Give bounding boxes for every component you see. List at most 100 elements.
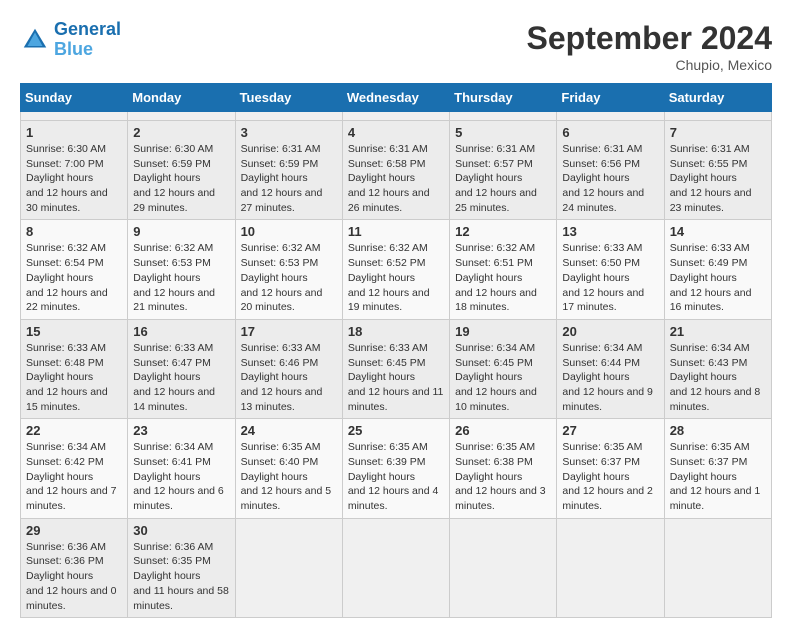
table-row: 11 Sunrise: 6:32 AMSunset: 6:52 PMDayligh… <box>342 220 449 319</box>
table-row: 7Sunrise: 6:31 AMSunset: 6:55 PMDaylight… <box>664 121 771 220</box>
day-number: 16 <box>133 324 229 339</box>
day-info: Sunrise: 6:35 AMSunset: 6:37 PMDaylight … <box>562 440 658 513</box>
day-number: 25 <box>348 423 444 438</box>
table-row: 15 Sunrise: 6:33 AMSunset: 6:48 PMDayligh… <box>21 319 128 418</box>
col-sunday: Sunday <box>21 84 128 112</box>
table-row <box>235 112 342 121</box>
day-number: 24 <box>241 423 337 438</box>
day-info: Sunrise: 6:35 AMSunset: 6:38 PMDaylight … <box>455 440 551 513</box>
table-row: 27 Sunrise: 6:35 AMSunset: 6:37 PMDayligh… <box>557 419 664 518</box>
day-info: Sunrise: 6:34 AMSunset: 6:41 PMDaylight … <box>133 440 229 513</box>
day-number: 3 <box>241 125 337 140</box>
day-info: Sunrise: 6:32 AMSunset: 6:54 PMDaylight … <box>26 241 122 314</box>
day-number: 15 <box>26 324 122 339</box>
table-row: 22 Sunrise: 6:34 AMSunset: 6:42 PMDayligh… <box>21 419 128 518</box>
logo-text: General Blue <box>54 20 121 60</box>
table-row <box>557 518 664 617</box>
day-number: 27 <box>562 423 658 438</box>
day-info: Sunrise: 6:30 AMSunset: 6:59 PMDaylight … <box>133 142 229 215</box>
table-row: 13 Sunrise: 6:33 AMSunset: 6:50 PMDayligh… <box>557 220 664 319</box>
table-row: 9Sunrise: 6:32 AMSunset: 6:53 PMDaylight… <box>128 220 235 319</box>
day-info: Sunrise: 6:33 AMSunset: 6:49 PMDaylight … <box>670 241 766 314</box>
day-info: Sunrise: 6:35 AMSunset: 6:37 PMDaylight … <box>670 440 766 513</box>
col-tuesday: Tuesday <box>235 84 342 112</box>
day-number: 17 <box>241 324 337 339</box>
table-row <box>342 518 449 617</box>
table-row: 5 Sunrise: 6:31 AMSunset: 6:57 PMDaylight… <box>450 121 557 220</box>
day-number: 10 <box>241 224 337 239</box>
day-info: Sunrise: 6:32 AMSunset: 6:52 PMDaylight … <box>348 241 444 314</box>
day-number: 7 <box>670 125 766 140</box>
day-number: 2 <box>133 125 229 140</box>
table-row: 29 Sunrise: 6:36 AMSunset: 6:36 PMDayligh… <box>21 518 128 617</box>
col-friday: Friday <box>557 84 664 112</box>
table-row: 1 Sunrise: 6:30 AMSunset: 7:00 PMDaylight… <box>21 121 128 220</box>
day-info: Sunrise: 6:32 AMSunset: 6:53 PMDaylight … <box>241 241 337 314</box>
day-info: Sunrise: 6:35 AMSunset: 6:39 PMDaylight … <box>348 440 444 513</box>
day-number: 6 <box>562 125 658 140</box>
day-info: Sunrise: 6:33 AMSunset: 6:45 PMDaylight … <box>348 341 444 414</box>
day-info: Sunrise: 6:31 AMSunset: 6:58 PMDaylight … <box>348 142 444 215</box>
day-info: Sunrise: 6:36 AMSunset: 6:36 PMDaylight … <box>26 540 122 613</box>
day-number: 1 <box>26 125 122 140</box>
table-row: 30Sunrise: 6:36 AMSunset: 6:35 PMDayligh… <box>128 518 235 617</box>
table-row <box>450 518 557 617</box>
day-info: Sunrise: 6:31 AMSunset: 6:56 PMDaylight … <box>562 142 658 215</box>
table-row <box>664 112 771 121</box>
table-row: 10 Sunrise: 6:32 AMSunset: 6:53 PMDayligh… <box>235 220 342 319</box>
day-info: Sunrise: 6:34 AMSunset: 6:44 PMDaylight … <box>562 341 658 414</box>
calendar-week-row: 8 Sunrise: 6:32 AMSunset: 6:54 PMDaylight… <box>21 220 772 319</box>
day-info: Sunrise: 6:31 AMSunset: 6:59 PMDaylight … <box>241 142 337 215</box>
logo: General Blue <box>20 20 121 60</box>
calendar: Sunday Monday Tuesday Wednesday Thursday… <box>20 83 772 618</box>
day-info: Sunrise: 6:32 AMSunset: 6:51 PMDaylight … <box>455 241 551 314</box>
day-info: Sunrise: 6:35 AMSunset: 6:40 PMDaylight … <box>241 440 337 513</box>
day-number: 13 <box>562 224 658 239</box>
table-row: 19Sunrise: 6:34 AMSunset: 6:45 PMDayligh… <box>450 319 557 418</box>
col-monday: Monday <box>128 84 235 112</box>
day-number: 5 <box>455 125 551 140</box>
table-row: 4Sunrise: 6:31 AMSunset: 6:58 PMDaylight… <box>342 121 449 220</box>
calendar-week-row: 15 Sunrise: 6:33 AMSunset: 6:48 PMDayligh… <box>21 319 772 418</box>
calendar-week-row: 22 Sunrise: 6:34 AMSunset: 6:42 PMDayligh… <box>21 419 772 518</box>
day-number: 11 <box>348 224 444 239</box>
day-number: 12 <box>455 224 551 239</box>
title-block: September 2024 Chupio, Mexico <box>527 20 772 73</box>
table-row: 21Sunrise: 6:34 AMSunset: 6:43 PMDayligh… <box>664 319 771 418</box>
table-row: 25 Sunrise: 6:35 AMSunset: 6:39 PMDayligh… <box>342 419 449 518</box>
day-info: Sunrise: 6:36 AMSunset: 6:35 PMDaylight … <box>133 540 229 613</box>
table-row <box>557 112 664 121</box>
table-row: 28Sunrise: 6:35 AMSunset: 6:37 PMDayligh… <box>664 419 771 518</box>
table-row: 26 Sunrise: 6:35 AMSunset: 6:38 PMDayligh… <box>450 419 557 518</box>
day-number: 29 <box>26 523 122 538</box>
table-row: 6 Sunrise: 6:31 AMSunset: 6:56 PMDaylight… <box>557 121 664 220</box>
table-row: 8 Sunrise: 6:32 AMSunset: 6:54 PMDaylight… <box>21 220 128 319</box>
col-thursday: Thursday <box>450 84 557 112</box>
table-row <box>128 112 235 121</box>
day-info: Sunrise: 6:33 AMSunset: 6:46 PMDaylight … <box>241 341 337 414</box>
day-info: Sunrise: 6:34 AMSunset: 6:42 PMDaylight … <box>26 440 122 513</box>
table-row: 20Sunrise: 6:34 AMSunset: 6:44 PMDayligh… <box>557 319 664 418</box>
calendar-week-row: 1 Sunrise: 6:30 AMSunset: 7:00 PMDaylight… <box>21 121 772 220</box>
table-row: 24 Sunrise: 6:35 AMSunset: 6:40 PMDayligh… <box>235 419 342 518</box>
day-number: 18 <box>348 324 444 339</box>
table-row <box>342 112 449 121</box>
day-number: 21 <box>670 324 766 339</box>
day-info: Sunrise: 6:33 AMSunset: 6:50 PMDaylight … <box>562 241 658 314</box>
table-row: 17 Sunrise: 6:33 AMSunset: 6:46 PMDayligh… <box>235 319 342 418</box>
day-number: 22 <box>26 423 122 438</box>
calendar-week-row <box>21 112 772 121</box>
day-info: Sunrise: 6:30 AMSunset: 7:00 PMDaylight … <box>26 142 122 215</box>
table-row <box>21 112 128 121</box>
day-number: 8 <box>26 224 122 239</box>
day-number: 26 <box>455 423 551 438</box>
day-number: 23 <box>133 423 229 438</box>
calendar-header-row: Sunday Monday Tuesday Wednesday Thursday… <box>21 84 772 112</box>
table-row <box>235 518 342 617</box>
logo-line1: General <box>54 19 121 39</box>
day-info: Sunrise: 6:31 AMSunset: 6:57 PMDaylight … <box>455 142 551 215</box>
table-row: 12 Sunrise: 6:32 AMSunset: 6:51 PMDayligh… <box>450 220 557 319</box>
table-row: 18 Sunrise: 6:33 AMSunset: 6:45 PMDayligh… <box>342 319 449 418</box>
table-row: 16Sunrise: 6:33 AMSunset: 6:47 PMDayligh… <box>128 319 235 418</box>
day-info: Sunrise: 6:33 AMSunset: 6:48 PMDaylight … <box>26 341 122 414</box>
